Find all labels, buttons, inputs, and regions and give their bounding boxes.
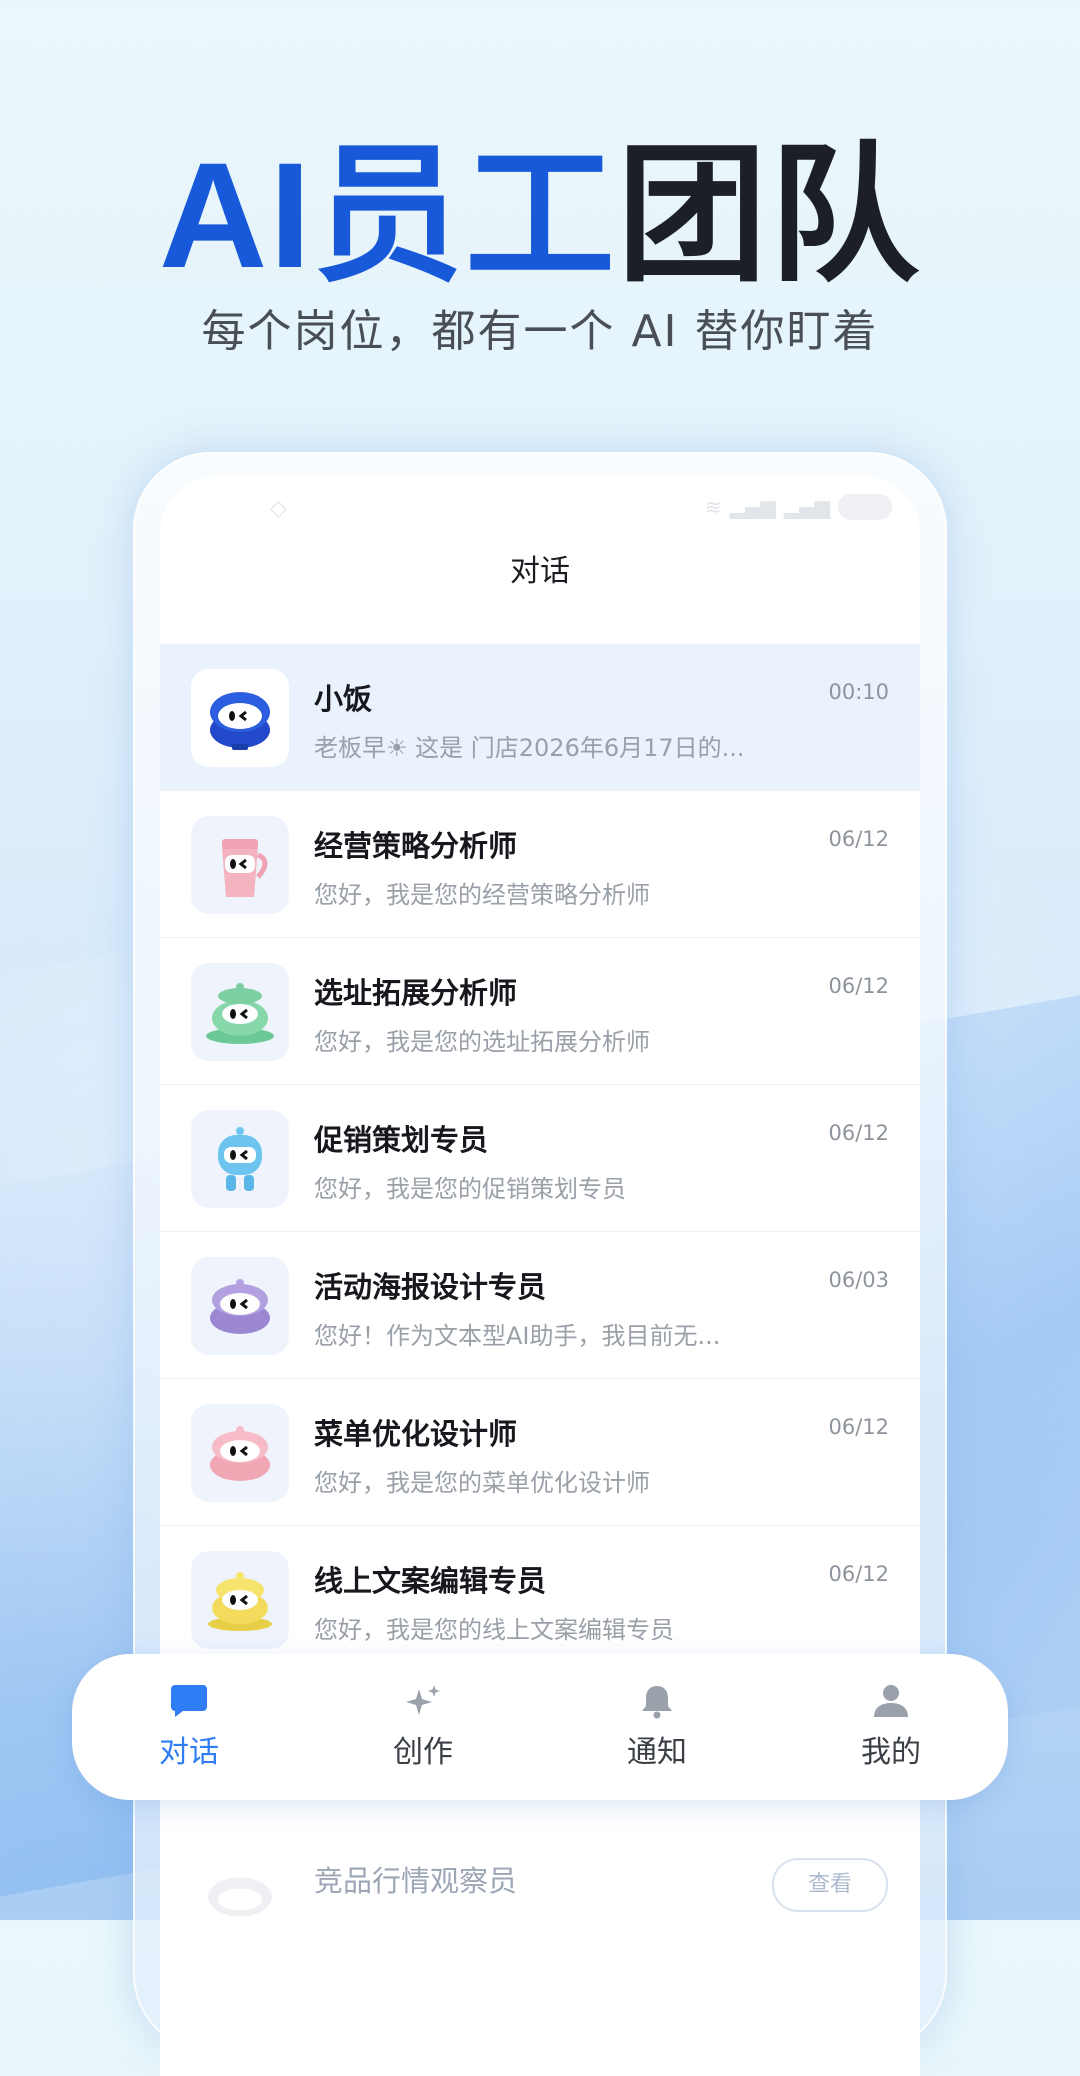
- pink-bowl-mascot-icon: [210, 1426, 270, 1481]
- conversation-time: 06/12: [828, 827, 889, 851]
- conversation-preview: 您好，我是您的线上文案编辑专员: [314, 1616, 674, 1644]
- conversation-name: 经营策略分析师: [314, 829, 518, 863]
- person-icon: [874, 1685, 908, 1717]
- conversation-name: 小饭: [314, 682, 373, 716]
- conversation-preview: 老板早☀ 这是 门店2026年6月17日的...: [314, 734, 745, 762]
- tab-label: 我的: [861, 1735, 921, 1770]
- blue-bowl-mascot-avatar: [191, 669, 289, 767]
- view-button[interactable]: 查看: [772, 1858, 888, 1912]
- hero-title: AI员工团队: [0, 140, 1080, 290]
- purple-bowl-mascot-avatar: [191, 1257, 289, 1355]
- conversation-preview: 您好，我是您的菜单优化设计师: [314, 1469, 650, 1497]
- conversation-name: 促销策划专员: [314, 1123, 489, 1157]
- screen-title: 对话: [510, 554, 570, 589]
- conversation-row[interactable]: 菜单优化设计师 您好，我是您的菜单优化设计师 06/12: [160, 1379, 920, 1526]
- signal-diamond-icon: ◇: [270, 496, 287, 521]
- conversation-time: 06/12: [828, 974, 889, 998]
- conversation-time: 06/12: [828, 1415, 889, 1439]
- conversation-name: 活动海报设计专员: [314, 1270, 547, 1304]
- conversation-name: 菜单优化设计师: [314, 1417, 518, 1451]
- blue-bowl-mascot-icon: [210, 692, 270, 750]
- cell-signal-icon: ▂▄▆: [729, 495, 776, 519]
- pink-bowl-mascot-avatar: [191, 1404, 289, 1502]
- conversation-time: 06/03: [828, 1268, 889, 1292]
- tab-label: 通知: [627, 1735, 687, 1770]
- cyan-robot-mascot-icon: [218, 1127, 262, 1191]
- sparkle-icon: [406, 1685, 440, 1715]
- hero-subtitle: 每个岗位，都有一个 AI 替你盯着: [201, 306, 879, 357]
- cell-signal-2-icon: ▂▄▆: [783, 495, 830, 519]
- conversation-name: 竞品行情观察员: [314, 1864, 518, 1898]
- conversation-preview: 您好，我是您的经营策略分析师: [314, 881, 650, 909]
- wifi-icon: ≋: [704, 495, 722, 519]
- hero-title-dark: 团队: [617, 131, 922, 299]
- conversation-row[interactable]: 活动海报设计专员 您好！作为文本型AI助手，我目前无... 06/03: [160, 1232, 920, 1379]
- bottom-tab-bar: 对话 创作 通知 我的: [72, 1654, 1008, 1800]
- yellow-bowl-mascot-icon: [208, 1572, 272, 1631]
- conversation-row[interactable]: 线上文案编辑专员 您好，我是您的线上文案编辑专员 06/12: [160, 1526, 920, 1673]
- conversation-row[interactable]: 小饭 老板早☀ 这是 门店2026年6月17日的... 00:10: [160, 644, 920, 791]
- conversation-row[interactable]: 选址拓展分析师 您好，我是您的选址拓展分析师 06/12: [160, 938, 920, 1085]
- conversation-row[interactable]: 促销策划专员 您好，我是您的促销策划专员 06/12: [160, 1085, 920, 1232]
- yellow-bowl-mascot-avatar: [191, 1551, 289, 1649]
- conversation-row[interactable]: 经营策略分析师 您好，我是您的经营策略分析师 06/12: [160, 791, 920, 938]
- gray-bowl-mascot-icon: [191, 1848, 289, 1946]
- conversation-list: 小饭 老板早☀ 这是 门店2026年6月17日的... 00:10 经营策略分析…: [160, 644, 920, 1673]
- pink-coffee-pot-mascot-icon: [222, 839, 268, 897]
- tab-label: 创作: [393, 1735, 453, 1770]
- conversation-time: 00:10: [828, 680, 889, 704]
- tab-profile[interactable]: 我的: [774, 1654, 1008, 1800]
- tab-notifications[interactable]: 通知: [540, 1654, 774, 1800]
- hero-title-blue: AI员工: [158, 131, 617, 299]
- conversation-name: 选址拓展分析师: [314, 976, 518, 1010]
- cyan-robot-mascot-avatar: [191, 1110, 289, 1208]
- conversation-time: 06/12: [828, 1121, 889, 1145]
- tab-chat[interactable]: 对话: [72, 1654, 306, 1800]
- battery-icon: [838, 494, 892, 520]
- bell-icon: [642, 1686, 672, 1719]
- conversation-name: 线上文案编辑专员: [314, 1564, 547, 1598]
- conversation-preview: 您好，我是您的促销策划专员: [314, 1175, 626, 1203]
- purple-bowl-mascot-icon: [210, 1279, 270, 1334]
- conversation-preview: 您好！作为文本型AI助手，我目前无...: [314, 1322, 721, 1350]
- pink-coffee-pot-mascot-avatar: [191, 816, 289, 914]
- tab-create[interactable]: 创作: [306, 1654, 540, 1800]
- conversation-time: 06/12: [828, 1562, 889, 1586]
- tab-label: 对话: [159, 1735, 219, 1770]
- status-bar: ◇ ≋ ▂▄▆ ▂▄▆: [160, 488, 920, 528]
- green-teapot-mascot-avatar: [191, 963, 289, 1061]
- status-icons: ≋ ▂▄▆ ▂▄▆: [705, 494, 892, 520]
- green-teapot-mascot-icon: [206, 983, 274, 1044]
- chat-bubble-icon: [171, 1685, 207, 1717]
- conversation-row-obscured: 竞品行情观察员 查看: [160, 1830, 920, 1920]
- conversation-preview: 您好，我是您的选址拓展分析师: [314, 1028, 650, 1056]
